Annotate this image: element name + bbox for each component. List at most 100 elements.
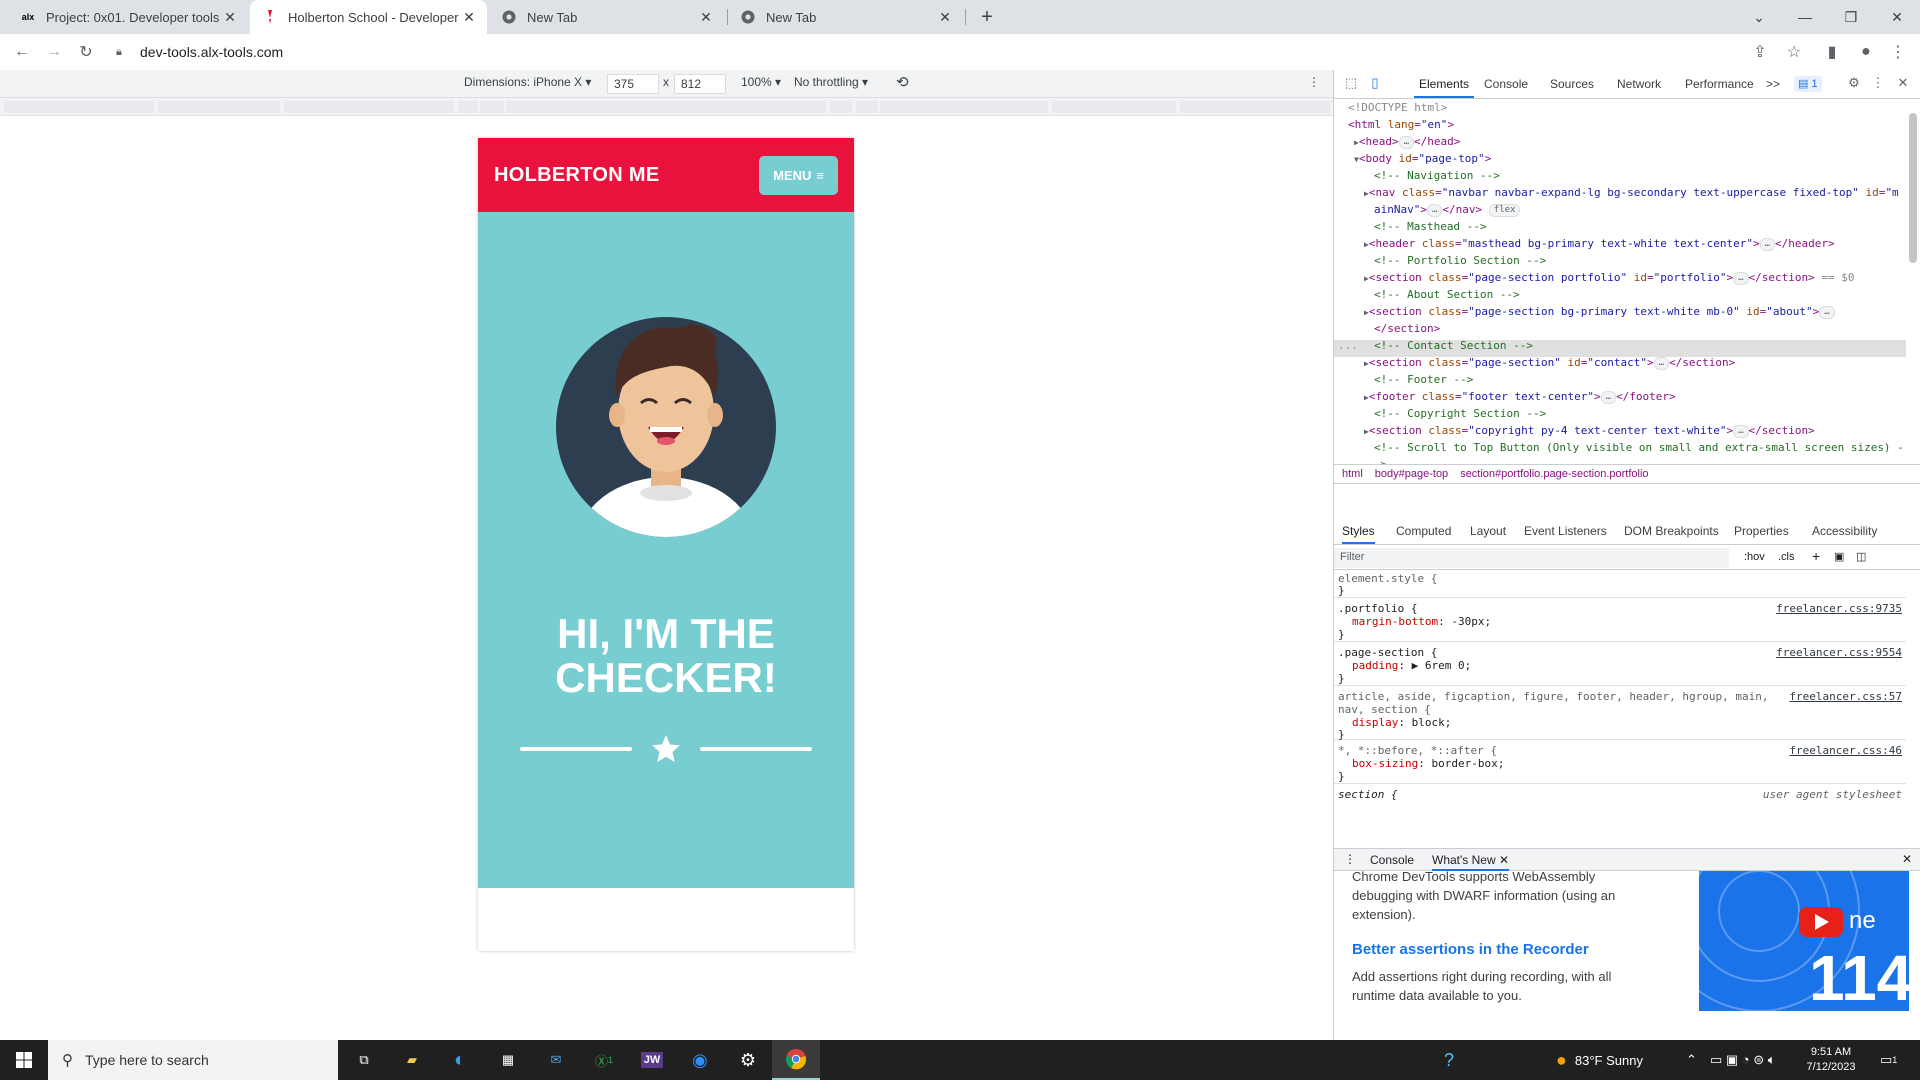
dom-comment[interactable]: -> bbox=[1374, 456, 1387, 464]
dom-line-html[interactable]: <html lang="en"> bbox=[1348, 116, 1454, 133]
tab-elements[interactable]: Elements bbox=[1414, 70, 1475, 98]
dom-line-copyright[interactable]: ▶<section class="copyright py-4 text-cen… bbox=[1364, 422, 1815, 439]
xbox-icon[interactable]: Ⓧ 1 bbox=[580, 1040, 628, 1080]
dom-comment[interactable]: <!-- Scroll to Top Button (Only visible … bbox=[1374, 439, 1904, 456]
close-window-icon[interactable]: ✕ bbox=[1874, 0, 1920, 34]
reload-icon[interactable]: ↻ bbox=[74, 40, 98, 64]
close-devtools-icon[interactable]: ✕ bbox=[1894, 75, 1912, 93]
close-tab-icon[interactable]: ✕ bbox=[461, 9, 477, 25]
notifications-icon[interactable]: ▭ 1 bbox=[1880, 1040, 1897, 1080]
tab-styles[interactable]: Styles bbox=[1342, 518, 1375, 544]
bookmark-star-icon[interactable]: ☆ bbox=[1782, 40, 1806, 64]
breadcrumb-html[interactable]: html bbox=[1342, 468, 1363, 480]
show-hidden-icons-icon[interactable]: ⌃ bbox=[1686, 1040, 1697, 1080]
menu-button[interactable]: MENU ≡ bbox=[759, 155, 838, 195]
dom-scrollbar[interactable] bbox=[1906, 99, 1918, 464]
tab-alx-project[interactable]: alx Project: 0x01. Developer tools | I..… bbox=[8, 0, 248, 34]
dom-line-footer[interactable]: ▶<footer class="footer text-center">… </f… bbox=[1364, 388, 1676, 405]
drawer-menu-icon[interactable]: ⋮ bbox=[1344, 852, 1356, 866]
microsoft-store-icon[interactable]: ▦ bbox=[484, 1040, 532, 1080]
dom-comment[interactable]: <!-- Footer --> bbox=[1374, 371, 1473, 388]
tab-network[interactable]: Network bbox=[1617, 70, 1661, 98]
hov-toggle[interactable]: :hov bbox=[1744, 551, 1765, 563]
tab-event-listeners[interactable]: Event Listeners bbox=[1524, 518, 1607, 544]
media-query-bar[interactable] bbox=[0, 98, 1333, 116]
dom-tree[interactable]: <!DOCTYPE html> <html lang="en"> ▶<head>… bbox=[1334, 99, 1920, 464]
device-height-input[interactable]: 812 bbox=[674, 74, 726, 94]
computed-sidebar-icon[interactable]: ◫ bbox=[1856, 550, 1866, 563]
dom-comment[interactable]: <!-- Contact Section --> bbox=[1374, 337, 1533, 354]
device-toolbar-menu-icon[interactable]: ⋮ bbox=[1308, 75, 1320, 89]
source-link[interactable]: freelancer.css:9554 bbox=[1776, 646, 1902, 660]
drawer-tab-console[interactable]: Console bbox=[1370, 853, 1414, 867]
throttling-select[interactable]: No throttling ▾ bbox=[794, 75, 868, 89]
back-icon[interactable]: ← bbox=[10, 40, 34, 64]
mail-icon[interactable]: ✉ bbox=[532, 1040, 580, 1080]
element-state-icon[interactable]: ▣ bbox=[1834, 550, 1844, 563]
rule-page-section[interactable]: .page-section { freelancer.css:9554 padd… bbox=[1334, 642, 1906, 686]
cls-toggle[interactable]: .cls bbox=[1778, 551, 1795, 563]
taskbar-search[interactable]: ⚲ Type here to search bbox=[48, 1040, 338, 1080]
tab-sources[interactable]: Sources bbox=[1550, 70, 1594, 98]
help-icon[interactable]: ? bbox=[1444, 1040, 1454, 1080]
source-link[interactable]: freelancer.css:9735 bbox=[1776, 602, 1902, 616]
close-tab-icon[interactable]: ✕ bbox=[1499, 853, 1509, 867]
new-tab-button[interactable]: + bbox=[964, 0, 1010, 34]
site-brand[interactable]: HOLBERTON ME bbox=[494, 164, 659, 187]
styles-filter-input[interactable]: Filter bbox=[1334, 548, 1729, 568]
share-icon[interactable]: ⇪ bbox=[1748, 40, 1772, 64]
issues-badge[interactable]: ▤ 1 bbox=[1794, 76, 1822, 92]
edge-icon[interactable]: ◐ bbox=[436, 1040, 484, 1080]
dom-line-nav[interactable]: ▶<nav class="navbar navbar-expand-lg bg-… bbox=[1364, 184, 1899, 201]
device-width-input[interactable]: 375 bbox=[607, 74, 659, 94]
task-view-icon[interactable]: ⧉ bbox=[340, 1040, 388, 1080]
breadcrumb-body[interactable]: body#page-top bbox=[1375, 468, 1448, 480]
tab-layout[interactable]: Layout bbox=[1470, 518, 1506, 544]
file-explorer-icon[interactable]: ▰ bbox=[388, 1040, 436, 1080]
tab-performance[interactable]: Performance bbox=[1685, 70, 1754, 98]
close-tab-icon[interactable]: ✕ bbox=[937, 9, 953, 25]
dom-line-doctype[interactable]: <!DOCTYPE html> bbox=[1348, 99, 1447, 116]
zoom-app-icon[interactable]: ◉ bbox=[676, 1040, 724, 1080]
devtools-menu-icon[interactable]: ⋮ bbox=[1869, 75, 1887, 93]
settings-icon[interactable]: ⚙ bbox=[724, 1040, 772, 1080]
chrome-menu-icon[interactable]: ⋮ bbox=[1886, 40, 1910, 64]
address-bar[interactable]: 🔒︎ dev-tools.alx-tools.com bbox=[108, 37, 1798, 67]
device-toggle-icon[interactable]: ▯ bbox=[1366, 75, 1384, 93]
rule-element-style[interactable]: element.style { } bbox=[1334, 570, 1906, 598]
dom-line-about[interactable]: ▶<section class="page-section bg-primary… bbox=[1364, 303, 1835, 320]
tab-new-2[interactable]: New Tab ✕ bbox=[728, 0, 963, 34]
minimize-icon[interactable]: — bbox=[1782, 0, 1828, 34]
tray-icons[interactable]: ▭ ▣ ◔ ⊜ 🔈︎ bbox=[1710, 1040, 1776, 1080]
clock[interactable]: 9:51 AM 7/12/2023 bbox=[1796, 1040, 1866, 1080]
dom-line-more[interactable]: ··· bbox=[1338, 340, 1358, 357]
dom-comment[interactable]: <!-- About Section --> bbox=[1374, 286, 1520, 303]
weather-widget[interactable]: ● 83°F Sunny bbox=[1556, 1040, 1643, 1080]
dom-comment[interactable]: <!-- Navigation --> bbox=[1374, 167, 1500, 184]
rotate-icon[interactable]: ⟲ bbox=[896, 73, 909, 91]
new-rule-icon[interactable]: + bbox=[1812, 548, 1820, 564]
close-tab-icon[interactable]: ✕ bbox=[222, 9, 238, 25]
more-tabs-icon[interactable]: >> bbox=[1766, 70, 1780, 98]
close-tab-icon[interactable]: ✕ bbox=[698, 9, 714, 25]
tab-dom-breakpoints[interactable]: DOM Breakpoints bbox=[1624, 518, 1719, 544]
device-dimensions-select[interactable]: Dimensions: iPhone X ▾ bbox=[464, 75, 591, 89]
whats-new-heading-link[interactable]: Better assertions in the Recorder bbox=[1352, 941, 1589, 958]
styles-pane[interactable]: element.style { } .portfolio { freelance… bbox=[1334, 570, 1920, 848]
tab-accessibility[interactable]: Accessibility bbox=[1812, 518, 1877, 544]
dom-scrollbar-thumb[interactable] bbox=[1909, 113, 1917, 263]
restore-icon[interactable]: ❐ bbox=[1828, 0, 1874, 34]
tab-new-1[interactable]: New Tab ✕ bbox=[489, 0, 724, 34]
dom-line-header[interactable]: ▶<header class="masthead bg-primary text… bbox=[1364, 235, 1835, 252]
settings-gear-icon[interactable]: ⚙ bbox=[1845, 75, 1863, 93]
rule-box-sizing[interactable]: *, *::before, *::after { freelancer.css:… bbox=[1334, 740, 1906, 784]
tab-search-icon[interactable]: ⌄ bbox=[1736, 0, 1782, 34]
tab-holberton[interactable]: Holberton School - Developer to ✕ bbox=[250, 0, 487, 34]
dom-line-about-close[interactable]: </section> bbox=[1374, 320, 1440, 337]
dom-comment[interactable]: <!-- Portfolio Section --> bbox=[1374, 252, 1546, 269]
rule-portfolio[interactable]: .portfolio { freelancer.css:9735 margin-… bbox=[1334, 598, 1906, 642]
whats-new-video-thumbnail[interactable]: ne 114 bbox=[1699, 871, 1909, 1011]
windows-start-button[interactable] bbox=[0, 1040, 48, 1080]
side-panel-icon[interactable]: ▮ bbox=[1820, 40, 1844, 64]
source-link[interactable]: freelancer.css:57 bbox=[1789, 690, 1902, 704]
